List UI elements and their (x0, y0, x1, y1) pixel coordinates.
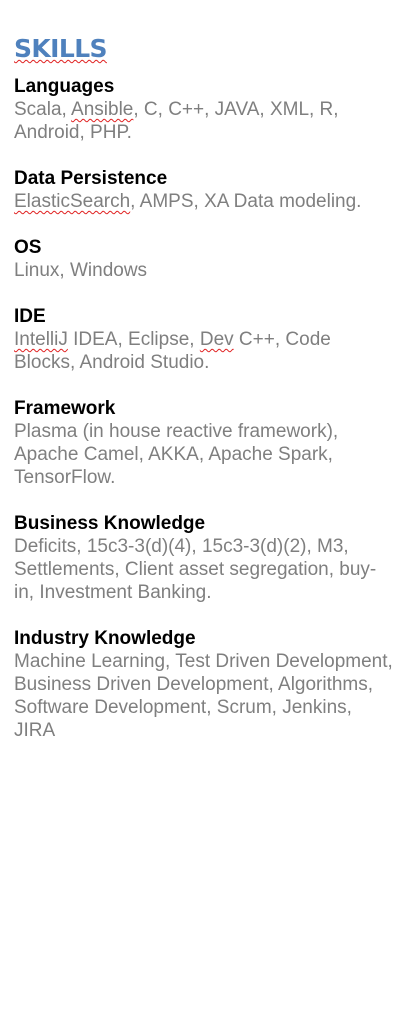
skill-section-title: Framework (14, 398, 116, 419)
skill-section-body: Linux, Windows (14, 259, 394, 282)
skills-sections: Languages Scala, Ansible, C, C++, JAVA, X… (14, 75, 394, 742)
skill-text: Machine Learning, Test Driven Developmen… (14, 651, 393, 741)
skill-section-body: Machine Learning, Test Driven Developmen… (14, 650, 394, 742)
skill-section: Business Knowledge Deficits, 15c3-3(d)(4)… (14, 512, 394, 604)
skill-section: Framework Plasma (in house reactive frame… (14, 397, 394, 489)
skill-section-body: Scala, Ansible, C, C++, JAVA, XML, R, An… (14, 98, 394, 144)
skill-section-body: Plasma (in house reactive framework), Ap… (14, 420, 394, 489)
misspelled-word: Ansible (71, 99, 134, 120)
skill-section: OS Linux, Windows (14, 236, 394, 282)
skill-section-title: Languages (14, 76, 115, 97)
skill-text: , AMPS, XA Data modeling. (130, 191, 362, 212)
skill-text: Plasma (in house reactive framework), Ap… (14, 421, 339, 488)
skill-text: Deficits, 15c3-3(d)(4), 15c3-3(d)(2), M3… (14, 536, 377, 603)
skill-text: IDEA, Eclipse, (67, 329, 200, 350)
misspelled-word: IntelliJ (14, 329, 68, 350)
skills-heading: SKILLS (14, 34, 108, 63)
skill-section: Industry Knowledge Machine Learning, Test… (14, 627, 394, 742)
skill-section-title: Industry Knowledge (14, 628, 196, 649)
skill-section-body: IntelliJ IDEA, Eclipse, Dev C++, Code Bl… (14, 328, 394, 374)
skill-section: IDE IntelliJ IDEA, Eclipse, Dev C++, Code… (14, 305, 394, 374)
skill-section-body: Deficits, 15c3-3(d)(4), 15c3-3(d)(2), M3… (14, 535, 394, 604)
skill-section-body: ElasticSearch, AMPS, XA Data modeling. (14, 190, 394, 213)
skill-text: Linux, Windows (14, 260, 148, 281)
skill-section-title: Data Persistence (14, 168, 168, 189)
skill-section: Languages Scala, Ansible, C, C++, JAVA, X… (14, 75, 394, 144)
skill-text: Scala, (14, 99, 72, 120)
skills-page: SKILLS Languages Scala, Ansible, C, C++, … (14, 33, 394, 765)
misspelled-word: Dev (199, 329, 234, 350)
skill-section-title: Business Knowledge (14, 513, 206, 534)
skill-section: Data Persistence ElasticSearch, AMPS, XA … (14, 167, 394, 213)
skill-section-title: IDE (14, 306, 46, 327)
misspelled-word: ElasticSearch (14, 191, 131, 212)
skill-section-title: OS (14, 237, 42, 258)
